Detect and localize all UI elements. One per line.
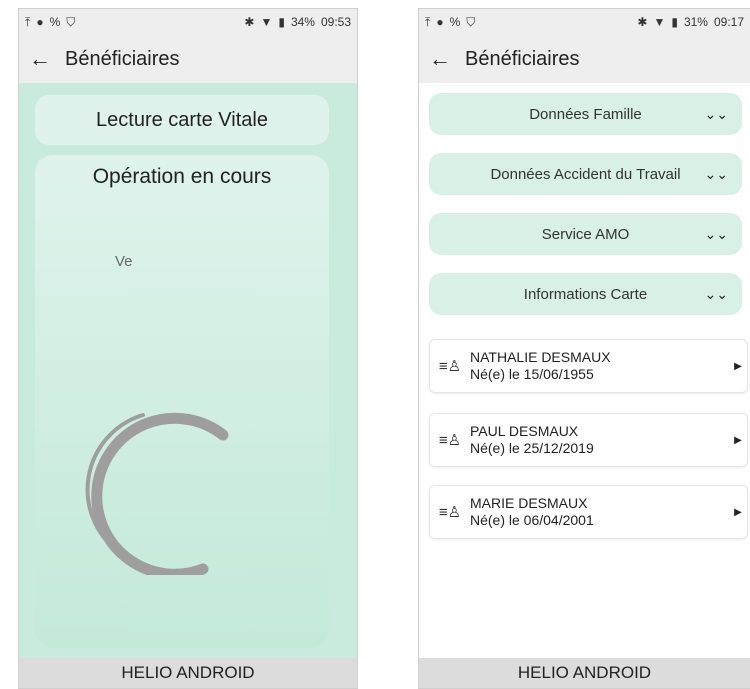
footer-bar: HELIO ANDROID: [419, 658, 750, 688]
beneficiary-row[interactable]: ≡♙ PAUL DESMAUX Né(e) le 25/12/2019 ▶: [429, 413, 748, 467]
wifi-icon: ▼: [260, 15, 273, 29]
upload-icon: ⤒: [425, 14, 431, 29]
phone-screen-right: ⤒ ● % ⛉ ✱ ▼ ▮ 31% 09:17 ← Bénéficiaires …: [418, 8, 750, 689]
arrow-right-icon: ▶: [734, 506, 742, 518]
app-notification-icon: ●: [436, 15, 444, 29]
content-area: Données Famille ⌄⌄ Données Accident du T…: [419, 83, 750, 658]
beneficiary-name: PAUL DESMAUX: [470, 423, 579, 439]
section-label: Service AMO: [541, 225, 630, 243]
beneficiary-name: NATHALIE DESMAUX: [470, 349, 611, 365]
beneficiary-name: MARIE DESMAUX: [470, 495, 588, 511]
double-chevron-down-icon: ⌄⌄: [704, 225, 728, 242]
operation-title: Opération en cours: [92, 165, 272, 188]
back-arrow-icon[interactable]: ←: [429, 46, 457, 72]
person-list-icon: ≡♙: [438, 432, 462, 449]
beneficiary-row[interactable]: ≡♙ MARIE DESMAUX Né(e) le 06/04/2001 ▶: [429, 485, 748, 539]
section-label: Données Accident du Travail: [490, 165, 681, 183]
app-notification-icon: ●: [36, 15, 44, 29]
bluetooth-icon: ✱: [637, 15, 648, 29]
beneficiary-row[interactable]: ≡♙ NATHALIE DESMAUX Né(e) le 15/06/1955 …: [429, 339, 748, 393]
back-arrow-icon[interactable]: ←: [29, 46, 57, 72]
status-bar: ⤒ ● % ⛉ ✱ ▼ ▮ 31% 09:17: [419, 9, 750, 35]
footer-label: HELIO ANDROID: [517, 663, 652, 682]
battery-percent: 31%: [683, 15, 708, 29]
battery-icon: ▮: [278, 15, 285, 29]
beneficiary-birthdate: Né(e) le 15/06/1955: [470, 366, 594, 382]
beneficiary-birthdate: Né(e) le 06/04/2001: [470, 512, 594, 528]
operation-text: Ve: [115, 253, 133, 270]
page-title: Bénéficiaires: [465, 47, 580, 70]
person-list-icon: ≡♙: [438, 504, 462, 521]
footer-label: HELIO ANDROID: [121, 663, 255, 682]
double-chevron-down-icon: ⌄⌄: [704, 105, 728, 122]
vitale-card-title: Lecture carte Vitale: [35, 95, 329, 145]
section-donnees-accident-travail[interactable]: Données Accident du Travail ⌄⌄: [429, 153, 742, 195]
person-list-icon: ≡♙: [438, 358, 462, 375]
footer-bar: HELIO ANDROID: [19, 658, 357, 688]
arrow-right-icon: ▶: [734, 360, 742, 372]
battery-icon: ▮: [671, 15, 678, 29]
battery-percent: 34%: [290, 15, 315, 29]
upload-icon: ⤒: [25, 14, 31, 29]
section-label: Informations Carte: [523, 285, 648, 303]
app-bar: ← Bénéficiaires: [19, 35, 357, 83]
double-chevron-down-icon: ⌄⌄: [704, 285, 728, 302]
double-chevron-down-icon: ⌄⌄: [704, 165, 728, 182]
shield-icon: ⛉: [66, 14, 76, 29]
clock: 09:17: [713, 15, 744, 29]
beneficiary-birthdate: Né(e) le 25/12/2019: [470, 440, 594, 456]
link-icon: %: [49, 15, 61, 29]
page-title: Bénéficiaires: [65, 47, 180, 70]
bluetooth-icon: ✱: [244, 15, 255, 29]
arrow-right-icon: ▶: [734, 434, 742, 446]
wifi-icon: ▼: [653, 15, 666, 29]
operation-card: Opération en cours Ve: [35, 155, 329, 648]
section-informations-carte[interactable]: Informations Carte ⌄⌄: [429, 273, 742, 315]
clock: 09:53: [320, 15, 351, 29]
section-label: Données Famille: [529, 105, 642, 123]
shield-icon: ⛉: [466, 14, 476, 29]
link-icon: %: [449, 15, 461, 29]
status-bar: ⤒ ● % ⛉ ✱ ▼ ▮ 34% 09:53: [19, 9, 357, 35]
section-donnees-famille[interactable]: Données Famille ⌄⌄: [429, 93, 742, 135]
section-service-amo[interactable]: Service AMO ⌄⌄: [429, 213, 742, 255]
app-bar: ← Bénéficiaires: [419, 35, 750, 83]
loading-spinner-icon: [85, 412, 229, 575]
phone-screen-left: ⤒ ● % ⛉ ✱ ▼ ▮ 34% 09:53 ← Bénéficiaires …: [18, 8, 358, 689]
content-area: Lecture carte Vitale Opération en cours …: [19, 83, 357, 658]
